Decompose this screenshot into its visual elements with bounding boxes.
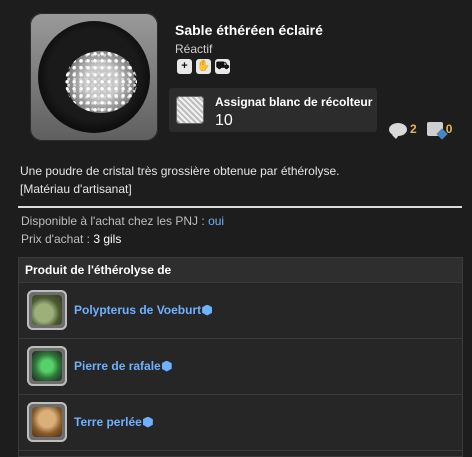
table-row[interactable]: Terre perlée (19, 395, 462, 451)
vendor-available-link[interactable]: oui (208, 214, 224, 228)
price-value: 3 gils (93, 232, 122, 246)
vendor-availability: Disponible à l'achat chez les PNJ : oui (21, 212, 224, 230)
desynthesis-table: Produit de l'éthérolyse de Polypterus de… (18, 257, 463, 457)
cart-icon: ⛟ (215, 59, 230, 74)
description-category: [Matériau d'artisanat] (20, 182, 132, 196)
vendor-info: Disponible à l'achat chez les PNJ : oui … (21, 212, 224, 248)
sand-plate-icon (38, 21, 150, 133)
hex-icon (161, 360, 172, 372)
currency-box[interactable]: Assignat blanc de récolteur 10 (169, 88, 377, 132)
shield-plus-icon: + (177, 59, 192, 74)
notes-count[interactable]: 0 (426, 122, 452, 136)
row-link[interactable]: Polypterus de Voeburt (74, 303, 213, 317)
item-name: Sable éthéréen éclairé (175, 22, 323, 38)
item-thumbnail (30, 13, 158, 141)
table-row[interactable]: Polypterus de Voeburt (19, 283, 462, 339)
currency-name: Assignat blanc de récolteur (215, 95, 373, 109)
item-type: Réactif (175, 42, 213, 56)
table-header: Produit de l'éthérolyse de (19, 258, 462, 283)
fish-icon[interactable] (27, 290, 67, 330)
description-line: Une poudre de cristal très grossière obt… (20, 164, 340, 178)
hex-icon (202, 304, 213, 316)
white-gatherer-scrip-icon (176, 96, 204, 124)
counts-bar: 2 0 (389, 122, 452, 139)
soil-bowl-icon[interactable] (27, 402, 67, 442)
powder-icon (65, 51, 137, 113)
vendor-price: Prix d'achat : 3 gils (21, 230, 224, 248)
note-icon (426, 122, 443, 136)
comments-count[interactable]: 2 (389, 122, 417, 139)
row-name[interactable]: Pierre de rafale (74, 359, 161, 373)
row-name[interactable]: Terre perlée (74, 415, 142, 429)
hex-icon (142, 416, 153, 428)
table-row[interactable]: Pierre de rafale (19, 339, 462, 395)
item-badges: + ✋ ⛟ (177, 59, 230, 74)
divider (18, 206, 462, 208)
price-label: Prix d'achat : (21, 232, 94, 246)
row-link[interactable]: Terre perlée (74, 415, 153, 429)
speech-bubble-icon (389, 122, 407, 139)
vendor-label: Disponible à l'achat chez les PNJ : (21, 214, 209, 228)
row-name[interactable]: Polypterus de Voeburt (74, 303, 201, 317)
comments-count-label: 2 (410, 122, 417, 136)
item-description: Une poudre de cristal très grossière obt… (20, 162, 340, 198)
green-rock-icon[interactable] (27, 346, 67, 386)
hand-icon: ✋ (196, 59, 211, 74)
currency-count: 10 (215, 112, 233, 129)
row-link[interactable]: Pierre de rafale (74, 359, 172, 373)
